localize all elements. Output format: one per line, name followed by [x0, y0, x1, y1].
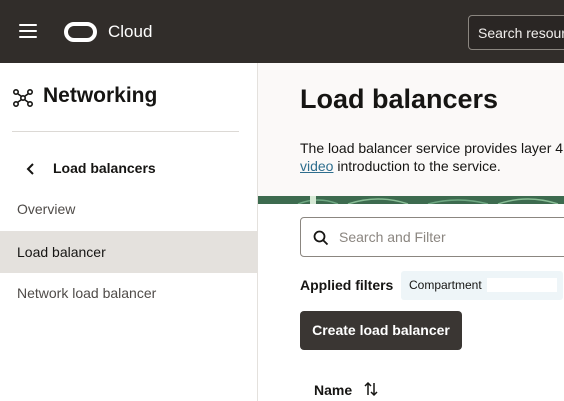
sidebar-back-link[interactable]: Load balancers	[53, 159, 156, 177]
video-link[interactable]: video	[300, 158, 333, 174]
search-icon	[313, 230, 329, 246]
decorative-banner	[258, 196, 564, 204]
filter-chip-compartment[interactable]: Compartment	[401, 271, 563, 300]
search-filter-input[interactable]: Search and Filter	[300, 217, 564, 257]
page-description: The load balancer service provides layer…	[300, 140, 564, 156]
chevron-left-icon[interactable]	[26, 162, 36, 176]
filter-chip-label: Compartment	[409, 278, 482, 292]
global-search-placeholder: Search resources	[478, 25, 564, 41]
sidebar-item-network-load-balancer[interactable]: Network load balancer	[0, 272, 257, 314]
top-navigation-bar: Cloud Search resources	[0, 0, 564, 63]
sidebar-divider	[12, 131, 239, 132]
description-rest: introduction to the service.	[333, 158, 501, 174]
sidebar-item-load-balancer[interactable]: Load balancer	[0, 231, 257, 273]
filter-chip-value	[487, 278, 557, 292]
sidebar-title: Networking	[43, 84, 158, 107]
search-filter-placeholder: Search and Filter	[339, 229, 446, 245]
page-title: Load balancers	[300, 84, 499, 114]
sort-icon[interactable]	[363, 381, 379, 397]
brand-name: Cloud	[108, 22, 153, 41]
create-load-balancer-button[interactable]: Create load balancer	[300, 311, 462, 350]
menu-icon[interactable]	[19, 24, 37, 38]
applied-filters-label: Applied filters	[300, 277, 394, 293]
networking-icon	[13, 89, 33, 107]
page-header: Load balancers The load balancer service…	[258, 63, 564, 196]
global-search-input[interactable]: Search resources	[468, 15, 564, 50]
oracle-logo[interactable]	[64, 22, 97, 42]
sidebar-item-overview[interactable]: Overview	[0, 188, 257, 230]
table-header-name[interactable]: Name	[314, 381, 352, 399]
sidebar: Networking Load balancers Overview Load …	[0, 63, 258, 401]
page-description-line-2: video introduction to the service.	[300, 157, 501, 175]
